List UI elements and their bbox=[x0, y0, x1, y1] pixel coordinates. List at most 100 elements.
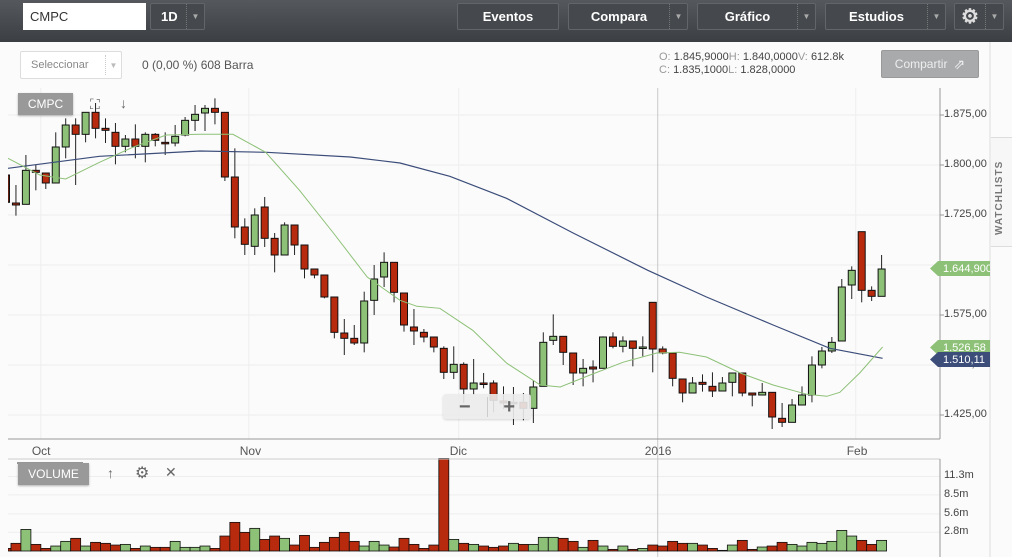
volume-bar bbox=[90, 541, 101, 552]
candle-body bbox=[419, 331, 428, 338]
candle-body bbox=[807, 364, 816, 396]
candle-body bbox=[559, 335, 568, 353]
volume-bar bbox=[617, 545, 629, 552]
volume-bar bbox=[10, 542, 22, 552]
volume-bar bbox=[388, 546, 400, 552]
candle-body bbox=[439, 347, 448, 373]
volume-bar bbox=[468, 543, 480, 552]
volume-bar bbox=[518, 543, 529, 552]
volume-bar bbox=[30, 543, 42, 552]
volume-bar bbox=[627, 548, 639, 552]
volume-bar bbox=[348, 540, 360, 552]
candle-body bbox=[101, 127, 110, 131]
volume-bar bbox=[717, 549, 728, 552]
price-tick-label: 1.575,00 bbox=[944, 308, 987, 320]
price-chart[interactable] bbox=[0, 0, 1012, 557]
date-label: Feb bbox=[846, 444, 868, 458]
volume-bar bbox=[498, 545, 509, 552]
volume-bar bbox=[557, 537, 569, 552]
candle-body bbox=[867, 289, 876, 297]
candle-body bbox=[738, 372, 747, 394]
volume-bar bbox=[289, 544, 300, 552]
volume-bar bbox=[806, 541, 818, 552]
candle-body bbox=[11, 202, 20, 206]
candle-body bbox=[21, 169, 30, 205]
volume-bar bbox=[408, 543, 420, 552]
candle-body bbox=[549, 335, 558, 341]
candle-body bbox=[569, 352, 578, 374]
volume-bar bbox=[179, 546, 191, 552]
volume-bar bbox=[846, 535, 858, 552]
volume-bar bbox=[746, 548, 758, 552]
volume-bar bbox=[269, 535, 281, 552]
zoom-in-button[interactable]: + bbox=[486, 396, 532, 417]
volume-bar bbox=[80, 545, 91, 552]
price-tick-label: 1.800,00 bbox=[944, 158, 987, 170]
volume-bar bbox=[537, 536, 549, 552]
candle-body bbox=[847, 269, 856, 286]
candle-body bbox=[280, 224, 289, 256]
volume-bar bbox=[866, 543, 878, 552]
watchlists-tab[interactable]: WATCHLISTS bbox=[991, 137, 1012, 247]
zoom-out-button[interactable]: − bbox=[443, 397, 487, 417]
volume-bar bbox=[428, 544, 440, 552]
candle-body bbox=[678, 378, 687, 394]
candle-body bbox=[618, 340, 627, 347]
volume-bar bbox=[687, 542, 698, 552]
volume-bar bbox=[567, 540, 579, 552]
gear-icon[interactable]: ⚙ bbox=[135, 463, 149, 483]
candle-body bbox=[708, 385, 717, 392]
arrow-down-icon[interactable]: ↓ bbox=[120, 95, 127, 111]
candle-body bbox=[181, 119, 190, 136]
candle-body bbox=[469, 382, 478, 390]
zoom-controls: − + bbox=[443, 394, 531, 419]
candle-body bbox=[111, 131, 120, 147]
volume-bar bbox=[726, 544, 738, 552]
candle-body bbox=[340, 332, 349, 339]
candle-body bbox=[260, 206, 269, 239]
volume-bar bbox=[458, 542, 470, 552]
volume-bar bbox=[766, 545, 778, 552]
candle-body bbox=[599, 336, 607, 369]
candle-body bbox=[330, 296, 339, 333]
volume-bar bbox=[707, 548, 718, 552]
price-tick-label: 1.875,00 bbox=[944, 108, 987, 120]
volume-bar bbox=[110, 544, 121, 552]
candle-body bbox=[220, 111, 229, 178]
candle-body bbox=[459, 363, 468, 390]
volume-bar bbox=[607, 548, 619, 552]
candle-body bbox=[171, 135, 180, 144]
volume-bar bbox=[647, 544, 659, 552]
volume-bar bbox=[786, 543, 798, 552]
volume-bar bbox=[398, 537, 410, 552]
volume-bar bbox=[60, 540, 72, 552]
candle-body bbox=[121, 138, 130, 147]
volume-bar bbox=[338, 531, 350, 552]
volume-tag[interactable]: VOLUME bbox=[18, 463, 89, 485]
volume-bar bbox=[159, 546, 171, 552]
candle-body bbox=[688, 382, 697, 394]
date-label: Nov bbox=[239, 444, 262, 458]
volume-bar bbox=[20, 529, 32, 552]
fullscreen-icon[interactable]: ⛶ bbox=[90, 96, 100, 113]
volume-bar bbox=[677, 542, 688, 552]
volume-bar bbox=[508, 542, 519, 552]
candle-body bbox=[718, 382, 727, 392]
volume-bar bbox=[438, 458, 450, 552]
volume-bar bbox=[577, 546, 589, 552]
volume-bar bbox=[209, 548, 221, 552]
volume-bar bbox=[358, 545, 370, 552]
candle-body bbox=[837, 286, 846, 342]
arrow-up-icon[interactable]: ↑ bbox=[107, 465, 114, 481]
candle-body bbox=[409, 326, 418, 332]
volume-bar bbox=[826, 540, 838, 552]
volume-bar bbox=[776, 541, 788, 552]
symbol-tag[interactable]: CMPC bbox=[18, 93, 73, 115]
date-label: 2016 bbox=[644, 444, 672, 458]
volume-bar bbox=[657, 545, 669, 552]
volume-tick-label: 5.6m bbox=[944, 506, 969, 519]
volume-bar bbox=[418, 548, 430, 552]
close-icon[interactable]: ✕ bbox=[165, 464, 177, 481]
candle-body bbox=[589, 366, 598, 370]
candle-body bbox=[579, 367, 588, 374]
